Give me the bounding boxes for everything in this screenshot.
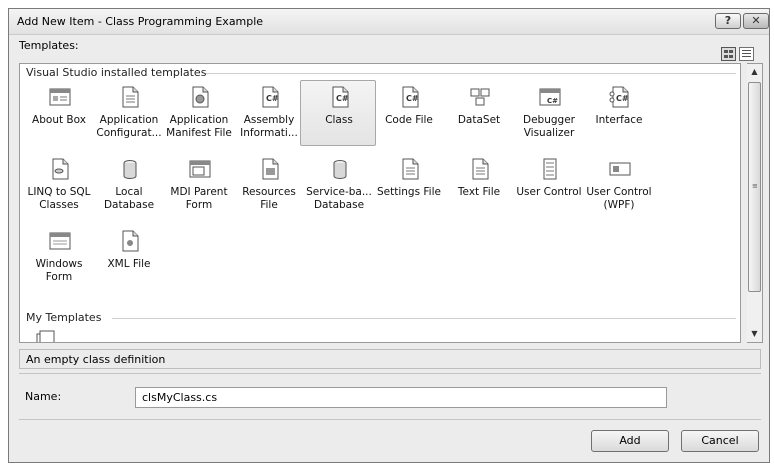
template-item[interactable]: Application Configurat... [92,82,166,154]
template-caption: Class [325,114,353,126]
template-icon[interactable] [34,328,56,342]
template-item[interactable]: LINQ to SQL Classes [22,154,96,226]
config-file-icon [119,86,141,108]
name-label: Name: [25,390,62,403]
template-item[interactable]: C# Class [300,80,376,154]
interface-icon: C# [609,86,631,108]
template-item[interactable]: Application Manifest File [162,82,236,154]
csharp-class-icon: C# [329,86,351,108]
close-button[interactable]: ✕ [743,13,769,29]
template-caption: Service-ba... Database [306,186,372,211]
window-title: Add New Item - Class Programming Example [17,15,264,28]
svg-text:C#: C# [547,97,558,105]
scroll-down-icon[interactable]: ▼ [747,326,762,342]
templates-label: Templates: [19,39,79,52]
svg-text:C#: C# [336,94,349,103]
manifest-file-icon [189,86,211,108]
template-caption: Assembly Informati... [240,114,298,139]
template-caption: Application Manifest File [166,114,232,139]
user-control-icon [539,158,561,180]
grip-icon: ≡ [752,182,758,190]
template-item[interactable]: Resources File [232,154,306,226]
template-caption: Text File [457,186,501,198]
template-caption: Resources File [242,186,296,211]
dataset-icon [469,86,491,108]
scroll-up-icon[interactable]: ▲ [747,64,762,80]
template-item[interactable]: C# Interface [582,82,656,154]
template-item[interactable]: Windows Form [22,226,96,298]
template-item[interactable]: C# Assembly Informati... [232,82,306,154]
template-item[interactable]: Service-ba... Database [302,154,376,226]
text-file-icon [469,158,491,180]
small-icons-view-button[interactable] [739,47,754,61]
wpf-user-control-icon [609,158,631,180]
template-caption: User Control (WPF) [586,186,652,211]
assembly-info-icon: C# [259,86,281,108]
group-header-installed: Visual Studio installed templates [26,66,207,79]
svg-text:C#: C# [266,94,279,103]
template-item[interactable]: DataSet [442,82,516,154]
group-header-my-templates: My Templates [26,311,102,324]
template-caption: MDI Parent Form [170,186,228,211]
code-file-icon: C# [399,86,421,108]
template-description: An empty class definition [26,353,166,366]
separator [19,419,761,420]
templates-scrollbar[interactable]: ▲ ≡ ▼ [747,63,763,343]
cancel-button[interactable]: Cancel [681,430,759,452]
template-item[interactable]: Settings File [372,154,446,226]
add-button[interactable]: Add [591,430,669,452]
template-item[interactable]: XML File [92,226,166,298]
windows-form-icon [49,230,71,252]
template-caption: Local Database [103,186,155,211]
add-new-item-dialog: Add New Item - Class Programming Example… [8,8,770,463]
template-caption: Application Configurat... [96,114,162,139]
template-caption: DataSet [457,114,501,126]
template-caption: Debugger Visualizer [523,114,575,139]
svg-text:C#: C# [406,94,419,103]
template-caption: Windows Form [35,258,83,283]
title-bar: Add New Item - Class Programming Example… [9,9,769,35]
help-button[interactable]: ? [715,13,741,29]
template-caption: XML File [107,258,151,270]
template-caption: LINQ to SQL Classes [27,186,91,211]
database-icon [329,158,351,180]
template-item[interactable]: C# Code File [372,82,446,154]
template-item[interactable]: User Control [512,154,586,226]
separator [19,373,761,374]
templates-list[interactable]: Visual Studio installed templates My Tem… [19,63,741,343]
svg-text:C#: C# [616,94,629,103]
template-caption: User Control [516,186,582,198]
mdi-form-icon [189,158,211,180]
database-icon [119,158,141,180]
template-caption: About Box [32,114,86,126]
group-divider [206,73,736,74]
large-icons-view-button[interactable] [721,47,736,61]
template-caption: Code File [385,114,433,126]
xml-file-icon [119,230,141,252]
name-field[interactable] [135,387,667,408]
about-box-icon [49,86,71,108]
template-item[interactable]: User Control (WPF) [582,154,656,226]
template-caption: Settings File [377,186,441,198]
settings-file-icon [399,158,421,180]
template-item[interactable]: About Box [22,82,96,154]
template-item[interactable]: MDI Parent Form [162,154,236,226]
group-divider [112,318,736,319]
linq-to-sql-icon [49,158,71,180]
template-item[interactable]: Text File [442,154,516,226]
description-bar: An empty class definition [19,349,761,369]
debugger-visualizer-icon: C# [539,86,561,108]
resources-file-icon [259,158,281,180]
template-item[interactable]: Local Database [92,154,166,226]
template-caption: Interface [595,114,643,126]
scroll-thumb[interactable]: ≡ [748,82,761,292]
template-item[interactable]: C# Debugger Visualizer [512,82,586,154]
